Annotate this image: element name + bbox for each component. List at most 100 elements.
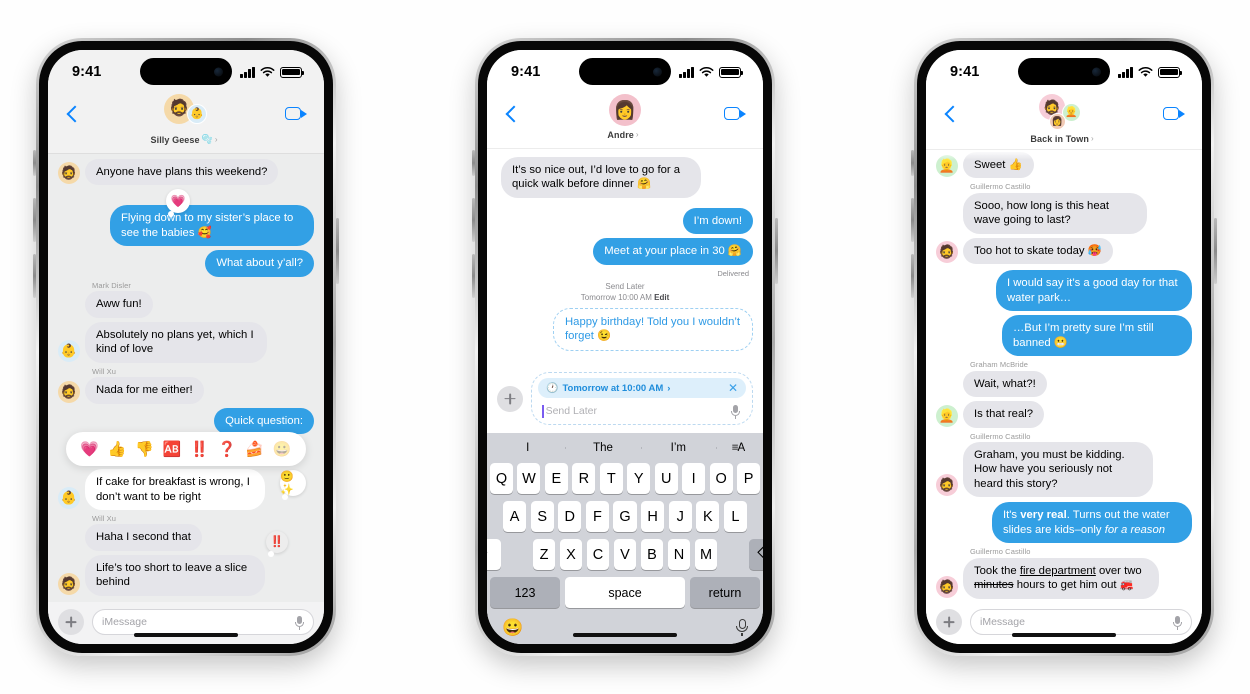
- tapback-option-thumbsup[interactable]: 👍: [108, 442, 127, 457]
- numbers-key[interactable]: 123: [490, 577, 560, 608]
- key-l[interactable]: L: [723, 501, 747, 532]
- message-bubble[interactable]: …But I’m pretty sure I’m still banned 😬: [1002, 315, 1192, 357]
- volume-down-button[interactable]: [472, 254, 475, 298]
- prediction-1[interactable]: I: [490, 442, 565, 454]
- key-z[interactable]: Z: [532, 539, 556, 570]
- message-row[interactable]: It’s so nice out, I’d love to go for a q…: [497, 157, 753, 198]
- key-m[interactable]: M: [694, 539, 718, 570]
- key-x[interactable]: X: [559, 539, 583, 570]
- facetime-video-icon[interactable]: [1162, 102, 1188, 128]
- conversation-identity[interactable]: 🧔 👱 👩 Back in Town ›: [962, 94, 1162, 144]
- microphone-icon[interactable]: [731, 404, 740, 419]
- message-row[interactable]: 👶 If cake for breakfast is wrong, I don’…: [58, 469, 314, 510]
- tapback-option-haha[interactable]: 🆎: [163, 442, 182, 457]
- contact-avatar-wrapper[interactable]: 👩: [605, 94, 641, 128]
- back-chevron-icon[interactable]: [940, 104, 962, 126]
- message-input[interactable]: iMessage: [92, 609, 314, 635]
- tapback-option-thumbsdown[interactable]: 👎: [135, 442, 154, 457]
- home-indicator[interactable]: [1012, 633, 1116, 637]
- avatar[interactable]: 🧔: [58, 162, 80, 185]
- key-q[interactable]: Q: [489, 463, 513, 494]
- message-row[interactable]: 👱 Is that real?: [936, 401, 1192, 428]
- prediction-3[interactable]: I’m: [640, 442, 716, 454]
- send-later-text-field[interactable]: Send Later: [538, 402, 746, 420]
- message-row[interactable]: Wait, what?!: [936, 370, 1192, 398]
- group-avatars[interactable]: 🧔 👱 👩: [1031, 94, 1093, 132]
- power-button[interactable]: [1214, 218, 1217, 284]
- key-o[interactable]: O: [709, 463, 733, 494]
- volume-up-button[interactable]: [911, 198, 914, 242]
- avatar[interactable]: 🧔: [58, 380, 80, 403]
- prediction-2[interactable]: The: [565, 442, 640, 454]
- microphone-icon[interactable]: [1173, 615, 1182, 630]
- message-thread[interactable]: 👱 Sweet 👍 Guillermo Castillo Sooo, how l…: [926, 150, 1202, 602]
- message-bubble[interactable]: Absolutely no plans yet, which I kind of…: [85, 321, 267, 363]
- message-bubble[interactable]: It’s so nice out, I’d love to go for a q…: [501, 157, 701, 198]
- edit-link[interactable]: Edit: [654, 293, 669, 302]
- plus-icon[interactable]: [58, 609, 84, 635]
- volume-down-button[interactable]: [911, 254, 914, 298]
- home-indicator[interactable]: [573, 633, 677, 637]
- scheduled-message-bubble[interactable]: Happy birthday! Told you I wouldn’t forg…: [553, 308, 753, 351]
- key-b[interactable]: B: [640, 539, 664, 570]
- message-bubble[interactable]: I would say it’s a good day for that wat…: [996, 270, 1192, 312]
- message-row[interactable]: Flying down to my sister’s place to see …: [58, 205, 314, 247]
- avatar[interactable]: 👱: [936, 404, 958, 427]
- key-n[interactable]: N: [667, 539, 691, 570]
- message-bubble[interactable]: It's very real. Turns out the water slid…: [992, 502, 1192, 544]
- tapback-option-heart[interactable]: 💗: [80, 442, 99, 457]
- close-x-icon[interactable]: ✕: [728, 382, 738, 394]
- volume-up-button[interactable]: [33, 198, 36, 242]
- tapback-sticker-icon[interactable]: 🙂✨: [280, 469, 306, 500]
- message-row[interactable]: Meet at your place in 30 🤗: [497, 238, 753, 265]
- message-row[interactable]: …But I’m pretty sure I’m still banned 😬: [936, 315, 1192, 357]
- avatar[interactable]: 👱: [936, 155, 958, 178]
- avatar[interactable]: 🧔: [936, 474, 958, 497]
- microphone-icon[interactable]: [736, 618, 748, 636]
- message-row[interactable]: It's very real. Turns out the water slid…: [936, 502, 1192, 544]
- message-thread[interactable]: 🧔 Anyone have plans this weekend? 💗 Flyi…: [48, 154, 324, 602]
- message-bubble[interactable]: Aww fun!: [85, 291, 153, 318]
- key-y[interactable]: Y: [627, 463, 651, 494]
- avatar[interactable]: 👩: [1049, 113, 1066, 130]
- key-h[interactable]: H: [641, 501, 665, 532]
- key-j[interactable]: J: [668, 501, 692, 532]
- key-s[interactable]: S: [530, 501, 554, 532]
- message-bubble[interactable]: Nada for me either!: [85, 377, 204, 404]
- avatar[interactable]: 👶: [187, 104, 207, 124]
- conversation-title-row[interactable]: Back in Town ›: [1030, 134, 1093, 144]
- silent-switch[interactable]: [472, 150, 475, 176]
- tapback-exclamation-icon[interactable]: ‼️: [266, 530, 288, 557]
- message-input[interactable]: iMessage: [970, 609, 1192, 635]
- message-row[interactable]: 👱 Sweet 👍: [936, 152, 1192, 179]
- avatar[interactable]: 👶: [58, 339, 80, 362]
- message-bubble[interactable]: Took the fire department over two minute…: [963, 557, 1159, 599]
- silent-switch[interactable]: [911, 150, 914, 176]
- message-bubble[interactable]: Life’s too short to leave a slice behind: [85, 554, 265, 596]
- message-bubble[interactable]: Quick question:: [214, 407, 314, 435]
- key-f[interactable]: F: [585, 501, 609, 532]
- plus-icon[interactable]: [936, 609, 962, 635]
- key-u[interactable]: U: [654, 463, 678, 494]
- tapback-picker-bar[interactable]: 💗 👍 👎 🆎 ‼️ ❓ 🍰 😀: [66, 432, 306, 467]
- message-bubble[interactable]: I’m down!: [682, 207, 753, 235]
- key-d[interactable]: D: [558, 501, 582, 532]
- text-format-icon[interactable]: ≡A: [715, 442, 760, 454]
- message-row[interactable]: Sooo, how long is this heat wave going t…: [936, 192, 1192, 234]
- message-bubble[interactable]: Graham, you must be kidding. How have yo…: [963, 442, 1153, 498]
- plus-icon[interactable]: [497, 385, 523, 412]
- message-thread[interactable]: It’s so nice out, I’d love to go for a q…: [487, 149, 763, 368]
- back-chevron-icon[interactable]: [501, 104, 523, 126]
- message-bubble[interactable]: Is that real?: [963, 401, 1045, 428]
- microphone-icon[interactable]: [295, 615, 304, 630]
- key-t[interactable]: T: [599, 463, 623, 494]
- message-bubble[interactable]: What about y’all?: [205, 250, 314, 277]
- message-row[interactable]: 👶 Absolutely no plans yet, which I kind …: [58, 321, 314, 363]
- key-i[interactable]: I: [682, 463, 706, 494]
- conversation-title-row[interactable]: Andre ›: [607, 130, 638, 140]
- message-row[interactable]: Aww fun!: [58, 291, 314, 318]
- avatar[interactable]: 🧔: [58, 572, 80, 595]
- key-r[interactable]: R: [572, 463, 596, 494]
- avatar[interactable]: 👶: [58, 486, 80, 509]
- message-row[interactable]: 🧔 Anyone have plans this weekend?: [58, 159, 314, 186]
